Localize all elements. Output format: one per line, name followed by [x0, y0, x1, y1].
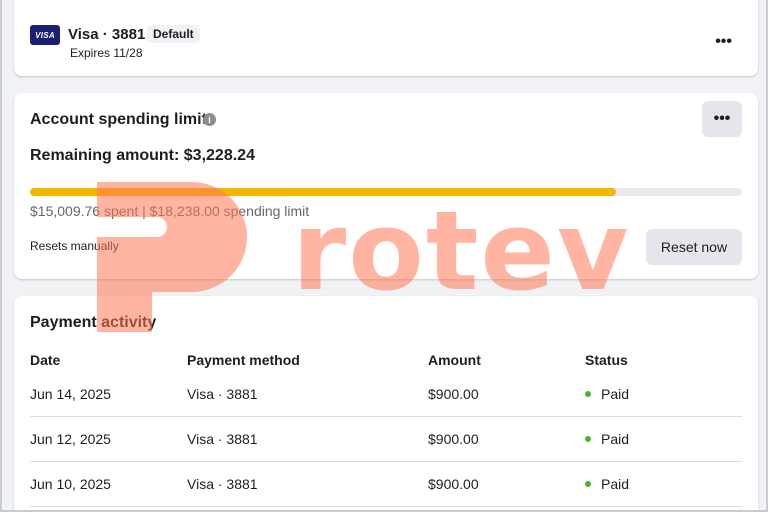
payment-method-expiry: Expires 11/28	[70, 46, 143, 60]
info-icon[interactable]: i	[203, 113, 216, 126]
payment-method-more-button[interactable]: •••	[715, 34, 732, 50]
reset-mode-label: Resets manually	[30, 239, 119, 253]
status-dot-icon	[585, 436, 591, 443]
row-amount: $900.00	[428, 476, 479, 492]
remaining-amount: Remaining amount: $3,228.24	[30, 147, 255, 164]
status-dot-icon	[585, 391, 591, 398]
row-status: Paid	[585, 386, 629, 402]
spending-limit-card: Account spending limit i ••• Remaining a…	[14, 93, 758, 279]
spending-limit-title: Account spending limit	[30, 111, 207, 128]
row-payment-method: Visa · 3881	[187, 476, 258, 492]
payment-method-title: Visa · 3881	[68, 26, 146, 43]
column-header-status[interactable]: Status	[585, 352, 628, 368]
row-date: Jun 10, 2025	[30, 476, 111, 492]
spending-progress-fill	[30, 188, 616, 196]
column-header-amount[interactable]: Amount	[428, 352, 481, 368]
row-status-label: Paid	[601, 386, 630, 402]
app-frame: VISA Visa · 3881 Default Expires 11/28 •…	[0, 0, 768, 512]
row-date: Jun 12, 2025	[30, 431, 111, 447]
payment-activity-title: Payment activity	[30, 314, 157, 331]
row-status-label: Paid	[601, 431, 630, 447]
spending-limit-more-button[interactable]: •••	[702, 101, 742, 137]
row-payment-method: Visa · 3881	[187, 386, 258, 402]
row-status-label: Paid	[601, 476, 630, 492]
row-amount: $900.00	[428, 431, 479, 447]
payment-activity-table: Date Payment method Amount Status Jun 14…	[30, 348, 742, 507]
row-status: Paid	[585, 431, 629, 447]
payment-method-card: VISA Visa · 3881 Default Expires 11/28 •…	[14, 0, 758, 76]
spending-progress-bar	[30, 188, 742, 196]
table-row[interactable]: Jun 14, 2025 Visa · 3881 $900.00 Paid	[30, 372, 742, 417]
visa-card-icon: VISA	[30, 25, 60, 45]
column-header-date[interactable]: Date	[30, 352, 60, 368]
row-amount: $900.00	[428, 386, 479, 402]
reset-now-button[interactable]: Reset now	[646, 229, 742, 265]
table-row[interactable]: Jun 10, 2025 Visa · 3881 $900.00 Paid	[30, 462, 742, 507]
default-badge: Default	[147, 25, 200, 43]
row-date: Jun 14, 2025	[30, 386, 111, 402]
row-status: Paid	[585, 476, 629, 492]
payment-activity-card: Payment activity Date Payment method Amo…	[14, 296, 758, 510]
column-header-payment-method[interactable]: Payment method	[187, 352, 300, 368]
row-payment-method: Visa · 3881	[187, 431, 258, 447]
more-icon: •••	[713, 110, 731, 127]
spent-summary: $15,009.76 spent | $18,238.00 spending l…	[30, 203, 310, 219]
table-row[interactable]: Jun 12, 2025 Visa · 3881 $900.00 Paid	[30, 417, 742, 462]
table-header: Date Payment method Amount Status	[30, 348, 742, 372]
status-dot-icon	[585, 481, 591, 488]
